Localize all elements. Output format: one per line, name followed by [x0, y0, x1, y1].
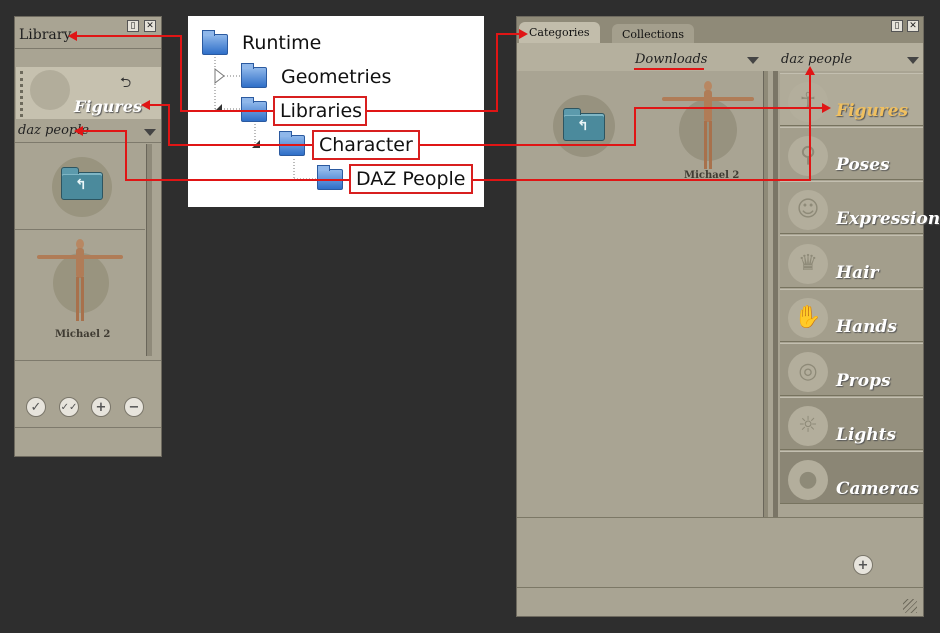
camera-icon: ●: [788, 460, 828, 500]
category-header[interactable]: ⮌ Figures: [16, 67, 161, 119]
ring-icon: ◎: [788, 352, 828, 392]
add-button[interactable]: +: [853, 555, 873, 575]
apply-button[interactable]: ✓: [26, 397, 46, 417]
resize-grip-icon[interactable]: [903, 599, 917, 613]
remove-button[interactable]: −: [124, 397, 144, 417]
close-icon[interactable]: ✕: [907, 20, 919, 32]
category-cameras[interactable]: ● Cameras: [780, 451, 923, 504]
category-figures[interactable]: ☥ Figures: [780, 73, 923, 126]
apply-all-button[interactable]: ✓✓: [59, 397, 79, 417]
folder-icon: [202, 30, 228, 55]
hair-icon: ♛: [788, 244, 828, 284]
lightbulb-icon: ☼: [788, 406, 828, 446]
tree-node-libraries[interactable]: Libraries: [280, 100, 362, 122]
category-lights[interactable]: ☼ Lights: [780, 397, 923, 450]
category-expression[interactable]: ☺ Expression: [780, 181, 940, 234]
figure-thumbnail[interactable]: [35, 235, 125, 325]
category-props[interactable]: ◎ Props: [780, 343, 923, 396]
dropdown-arrow-icon[interactable]: [144, 129, 156, 136]
tree-node-daz-people[interactable]: DAZ People: [356, 168, 465, 190]
dropdown-arrow-icon[interactable]: [907, 57, 919, 64]
dock-icon[interactable]: ▯: [127, 20, 139, 32]
downloads-dropdown[interactable]: Downloads: [635, 52, 707, 67]
scrollbar[interactable]: [146, 144, 152, 356]
running-figure-icon: ⚲: [788, 136, 828, 176]
folder-up-icon[interactable]: ↰: [563, 108, 605, 141]
tree-node-character[interactable]: Character: [319, 134, 413, 156]
close-icon[interactable]: ✕: [144, 20, 156, 32]
folder-up-icon[interactable]: ↰: [61, 167, 103, 200]
category-label: Figures: [74, 97, 142, 116]
tree-node-geometries[interactable]: Geometries: [281, 66, 391, 88]
swap-arrows-icon[interactable]: ⮌: [120, 72, 131, 96]
dropdown-arrow-icon[interactable]: [747, 57, 759, 64]
folder-icon: [241, 63, 267, 88]
category-hands[interactable]: ✋ Hands: [780, 289, 923, 342]
figure-silhouette-icon: [30, 70, 70, 110]
panel-title: Library: [19, 27, 72, 43]
hand-icon: ✋: [788, 298, 828, 338]
category-hair[interactable]: ♛ Hair: [780, 235, 923, 288]
add-button[interactable]: +: [91, 397, 111, 417]
library-panel: ▯ ✕ Library ⮌ Figures daz people ↰ Micha…: [14, 16, 162, 457]
category-poses[interactable]: ⚲ Poses: [780, 127, 923, 180]
face-icon: ☺: [788, 190, 828, 230]
folder-dropdown[interactable]: daz people: [781, 52, 852, 67]
dock-icon[interactable]: ▯: [891, 20, 903, 32]
figure-thumbnail[interactable]: [660, 77, 756, 173]
figure-label: Michael 2: [55, 329, 111, 340]
scrollbar[interactable]: [773, 71, 778, 517]
scrollbar[interactable]: [763, 71, 768, 517]
figure-icon: ☥: [788, 82, 828, 122]
tab-categories[interactable]: Categories: [519, 22, 600, 44]
tree-node-runtime[interactable]: Runtime: [242, 32, 321, 54]
